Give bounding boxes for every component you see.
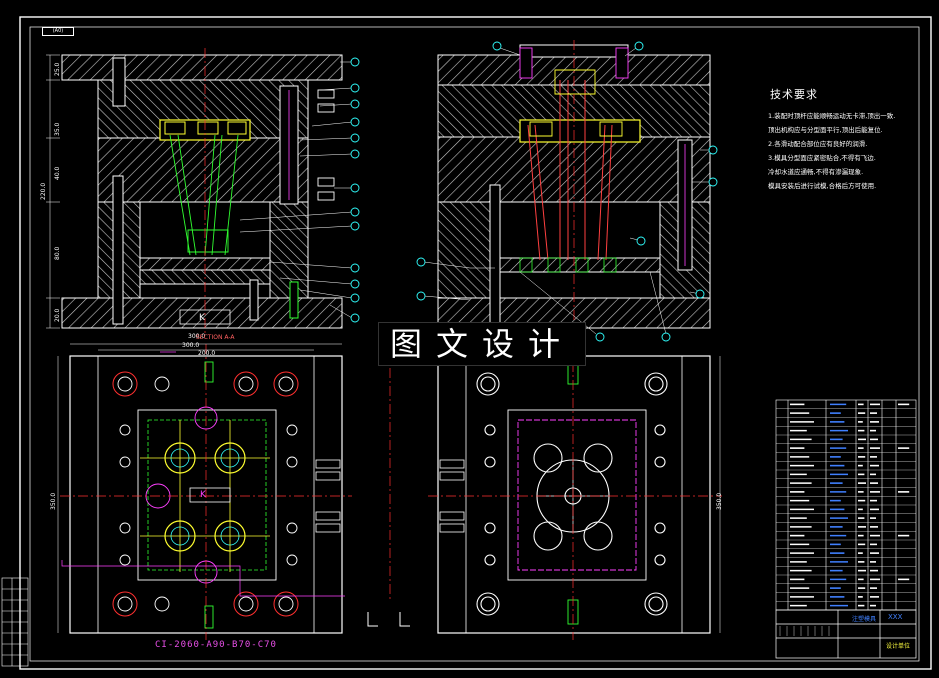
section-label: SECTION A-A bbox=[196, 334, 235, 341]
tech-line-5: 冷却水道应通畅,不得有渗漏现象. bbox=[768, 168, 864, 176]
title-block-school: 设计单位 bbox=[886, 643, 911, 650]
stamp-left: K bbox=[199, 313, 205, 323]
dim-left-2: 35.0 bbox=[54, 122, 61, 136]
dim-plan-width: 200.0 bbox=[198, 350, 216, 357]
tech-line-6: 模具安装后进行试模,合格后方可使用. bbox=[768, 182, 877, 190]
watermark-stamp: 图文设计 bbox=[378, 322, 586, 366]
tech-requirements-title: 技术要求 bbox=[770, 88, 818, 101]
core-plate bbox=[97, 137, 309, 203]
dim-right-height: 350.0 bbox=[716, 492, 723, 510]
mold-base-code: CI-2060-A90-B70-C70 bbox=[155, 640, 277, 650]
paper-size-tag: (A0) bbox=[42, 27, 74, 36]
top-clamp-plate bbox=[61, 54, 343, 81]
dim-plan-height: 350.0 bbox=[50, 492, 57, 510]
parts-list-rows bbox=[776, 403, 916, 607]
dim-left-3: 40.0 bbox=[54, 166, 61, 180]
dim-plan-width-outer: 300.0 bbox=[182, 342, 200, 349]
stamp-center: K bbox=[200, 490, 206, 500]
dim-left-total: 220.0 bbox=[40, 182, 47, 200]
tech-line-4: 3.模具分型面应紧密贴合,不得有飞边. bbox=[768, 154, 876, 162]
title-block-name: XXX bbox=[888, 613, 903, 621]
tech-line-2: 顶出机构应与分型面平行,顶出后能复位. bbox=[768, 126, 883, 134]
dim-left-6: 20.0 bbox=[54, 308, 61, 322]
cad-drawing-canvas: (A0) 300.0 SECTION A-A 300.0 200.0 350.0… bbox=[0, 0, 939, 678]
section-view-right bbox=[416, 40, 718, 342]
tech-line-1: 1.装配时顶杆应能顺畅运动无卡滞,顶出一致. bbox=[768, 112, 896, 120]
section-view-left bbox=[46, 48, 360, 336]
dim-left-1: 25.0 bbox=[54, 62, 61, 76]
dim-left-5: 80.0 bbox=[54, 246, 61, 260]
tech-line-3: 2.各滑动配合部位应有良好的润滑. bbox=[768, 140, 868, 148]
title-block-drawing-name: 注塑模具 bbox=[852, 616, 877, 623]
revision-strip bbox=[1, 577, 29, 667]
plan-view-fixed-half bbox=[367, 344, 722, 640]
